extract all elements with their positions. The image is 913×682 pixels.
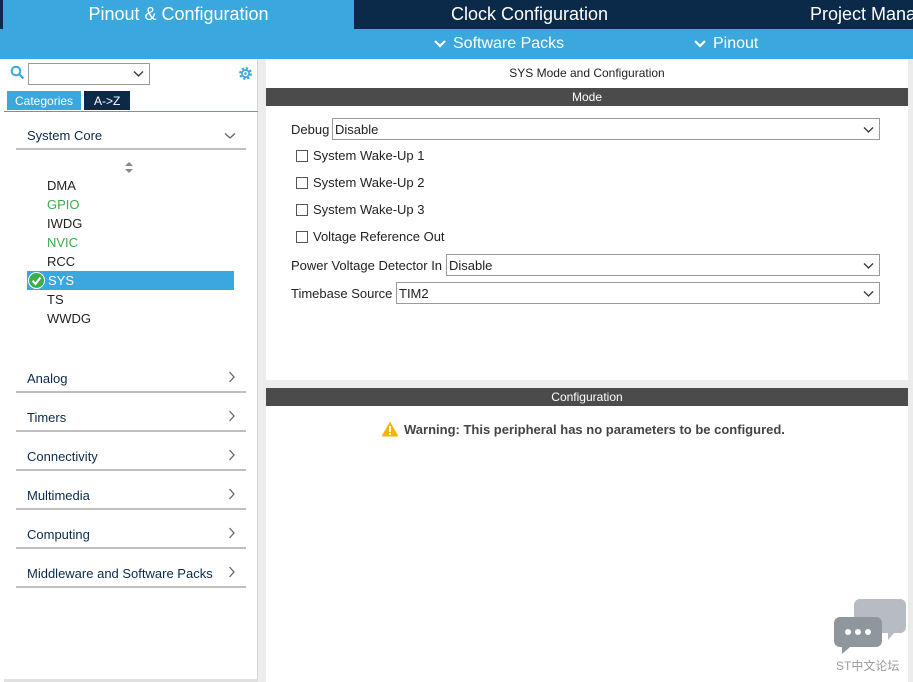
group-label: Computing	[27, 527, 90, 542]
software-packs-label: Software Packs	[453, 35, 565, 52]
pvd-select[interactable]: Disable	[446, 254, 880, 276]
warning-text: Warning: This peripheral has no paramete…	[404, 421, 785, 437]
categories-panel: Categories A->Z System Core DMA GPIO IWD…	[4, 59, 258, 682]
group-analog[interactable]: Analog	[16, 367, 246, 393]
pinout-menu[interactable]: Pinout	[693, 29, 758, 59]
chevron-right-icon	[229, 449, 235, 461]
list-item-rcc[interactable]: RCC	[47, 252, 75, 271]
sys-mode-panel: SYS Mode and Configuration Mode Debug Di…	[266, 59, 908, 682]
search-row	[4, 62, 258, 86]
tab-clock-configuration[interactable]: Clock Configuration	[356, 0, 703, 29]
list-item-gpio[interactable]: GPIO	[47, 195, 80, 214]
tabs-underline	[4, 111, 258, 112]
chat-bubbles-icon	[834, 599, 906, 654]
chevron-right-icon	[229, 566, 235, 578]
group-label: Connectivity	[27, 449, 98, 464]
panel-splitter[interactable]	[258, 59, 266, 682]
chevron-right-icon	[229, 527, 235, 539]
timebase-label: Timebase Source	[291, 286, 393, 301]
chevron-down-icon	[863, 291, 874, 297]
sort-icon[interactable]	[125, 162, 133, 173]
list-item-label: SYS	[48, 273, 75, 288]
debug-select[interactable]: Disable	[332, 118, 880, 140]
group-label: System Core	[27, 128, 103, 143]
pinout-menu-label: Pinout	[713, 35, 759, 52]
chevron-down-icon	[863, 127, 874, 133]
chevron-right-icon	[229, 488, 235, 500]
category-tabs: Categories A->Z	[7, 91, 131, 110]
group-label: Analog	[27, 371, 68, 386]
forum-watermark: ST中文论坛	[832, 597, 908, 677]
tab-project-manager[interactable]: Project Mana	[705, 0, 913, 29]
timebase-value: TIM2	[399, 286, 429, 301]
list-item-ts[interactable]: TS	[47, 290, 64, 309]
warning-icon	[381, 421, 399, 437]
sub-toolbar: Software Packs Pinout	[0, 29, 913, 59]
mode-header: Mode	[266, 88, 908, 106]
search-input[interactable]	[28, 63, 150, 85]
chevron-down-icon	[434, 40, 446, 48]
right-edge	[908, 59, 913, 682]
software-packs-menu[interactable]: Software Packs	[433, 29, 564, 59]
list-item-iwdg[interactable]: IWDG	[47, 214, 82, 233]
chevron-down-icon	[224, 133, 236, 139]
tab-a-to-z[interactable]: A->Z	[84, 91, 131, 110]
check-circle-icon	[28, 272, 45, 289]
chevron-right-icon	[229, 410, 235, 422]
group-system-core[interactable]: System Core	[16, 124, 246, 150]
group-middleware[interactable]: Middleware and Software Packs	[16, 562, 246, 588]
chevron-down-icon	[694, 40, 706, 48]
voltage-reference-out-checkbox[interactable]	[296, 231, 308, 243]
list-item-wwdg[interactable]: WWDG	[47, 309, 91, 328]
group-timers[interactable]: Timers	[16, 406, 246, 432]
chevron-down-icon	[863, 263, 874, 269]
system-wakeup-2-label: System Wake-Up 2	[313, 175, 425, 190]
main-tab-bar: Pinout & Configuration Clock Configurati…	[0, 0, 913, 29]
pvd-value: Disable	[449, 258, 493, 273]
group-label: Middleware and Software Packs	[27, 566, 213, 581]
system-wakeup-2-checkbox[interactable]	[296, 177, 308, 189]
tab-categories[interactable]: Categories	[7, 91, 82, 110]
watermark-text: ST中文论坛	[836, 659, 900, 673]
group-label: Multimedia	[27, 488, 90, 503]
pvd-label: Power Voltage Detector In	[291, 258, 443, 273]
list-item-nvic[interactable]: NVIC	[47, 233, 78, 252]
chevron-down-icon[interactable]	[133, 70, 144, 78]
timebase-select[interactable]: TIM2	[396, 282, 880, 304]
warning-message: Warning: This peripheral has no paramete…	[381, 421, 785, 437]
debug-value: Disable	[335, 122, 379, 137]
tab-pinout-configuration[interactable]: Pinout & Configuration	[3, 0, 354, 29]
chevron-right-icon	[229, 371, 235, 383]
page-title: SYS Mode and Configuration	[509, 66, 665, 80]
system-wakeup-3-checkbox[interactable]	[296, 204, 308, 216]
group-label: Timers	[27, 410, 67, 425]
voltage-reference-out-label: Voltage Reference Out	[313, 229, 445, 244]
search-icon[interactable]	[10, 65, 25, 80]
configuration-header: Configuration	[266, 388, 908, 406]
list-item-sys[interactable]: SYS	[27, 271, 234, 290]
debug-label: Debug	[291, 122, 330, 137]
group-connectivity[interactable]: Connectivity	[16, 445, 246, 471]
section-divider[interactable]	[266, 380, 908, 388]
list-item-dma[interactable]: DMA	[47, 176, 76, 195]
group-computing[interactable]: Computing	[16, 523, 246, 549]
group-multimedia[interactable]: Multimedia	[16, 484, 246, 510]
system-wakeup-3-label: System Wake-Up 3	[313, 202, 425, 217]
system-wakeup-1-checkbox[interactable]	[296, 150, 308, 162]
gear-icon[interactable]	[237, 65, 254, 82]
system-wakeup-1-label: System Wake-Up 1	[313, 148, 425, 163]
